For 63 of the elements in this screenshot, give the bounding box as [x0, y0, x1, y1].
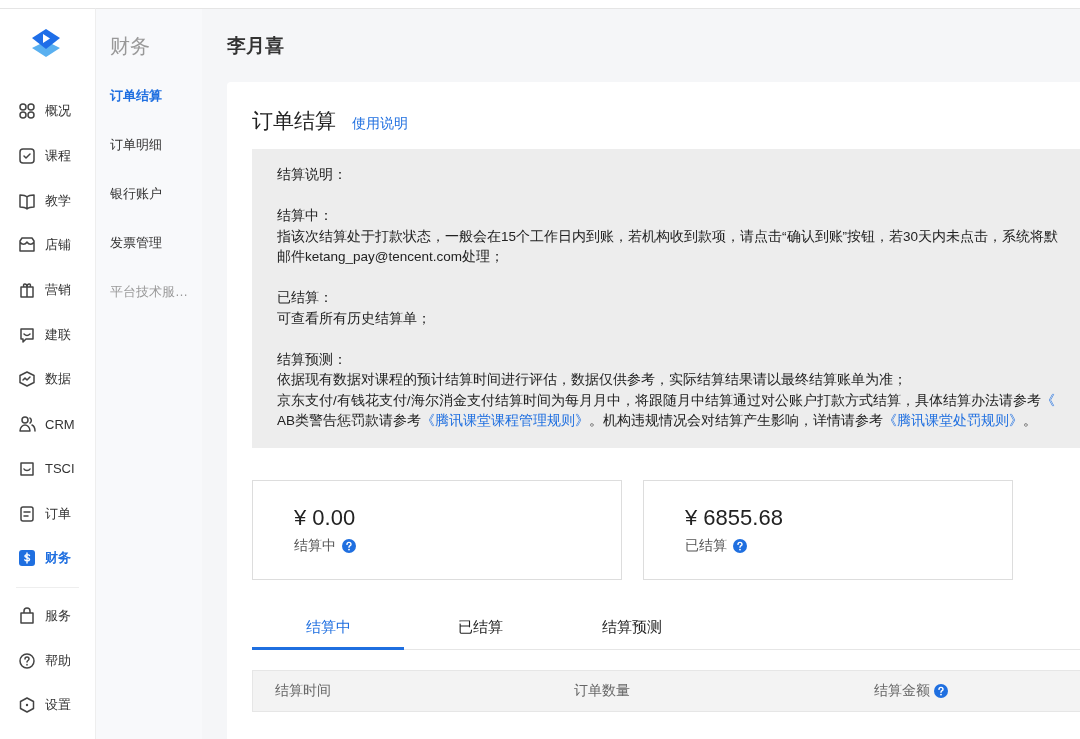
tab[interactable]: 结算中: [252, 617, 404, 650]
help-icon[interactable]: [342, 538, 356, 553]
gift-icon: [18, 281, 36, 300]
rule-link[interactable]: 《腾讯课堂处罚规则》: [883, 413, 1023, 428]
subnav-item[interactable]: 银行账户: [110, 184, 202, 233]
nav-item[interactable]: 建联: [0, 312, 95, 358]
help-link[interactable]: 使用说明: [352, 115, 408, 133]
nav-item[interactable]: 课程: [0, 133, 95, 179]
nav-item[interactable]: 服务: [0, 593, 95, 639]
grid-icon: [18, 102, 36, 121]
settings-icon: [18, 696, 36, 715]
help-icon: [18, 651, 36, 670]
section-title: 财务: [110, 34, 151, 59]
book-icon: [18, 191, 36, 210]
column-header: 结算金额: [873, 681, 930, 700]
page-title: 订单结算: [252, 108, 336, 134]
chat-icon: [18, 325, 36, 344]
nav-item[interactable]: 教学: [0, 178, 95, 224]
notice-text: 已结算：: [277, 289, 334, 307]
tab[interactable]: 结算预测: [556, 617, 708, 650]
help-icon[interactable]: [933, 683, 948, 698]
face-badge-icon: [18, 459, 36, 478]
tab[interactable]: 已结算: [404, 617, 556, 650]
notice-text: AB类警告惩罚款请参考《腾讯课堂课程管理规则》。机构违规情况会对结算产生影响，详情请参考《腾讯课堂处罚规则》。: [277, 412, 1038, 430]
amount-value: ¥ 0.00: [294, 504, 357, 531]
notice-text: 京东支付/有钱花支付/海尔消金支付结算时间为每月月中，将跟随月中结算通过对公账户打款方式结算，具体结算办法请参考《: [277, 391, 1056, 410]
subnav-item[interactable]: 订单结算: [110, 86, 202, 135]
column-header: 结算时间: [275, 681, 331, 700]
notice-text: 可查看所有历史结算单；: [277, 309, 432, 328]
notice-text: 邮件ketang_pay@tencent.com处理；: [277, 248, 506, 266]
nav-item[interactable]: 设置: [0, 682, 95, 728]
nav-item[interactable]: 财务: [0, 535, 95, 581]
rule-link[interactable]: 《腾讯课堂课程管理规则》: [421, 413, 589, 428]
nav-item[interactable]: 数据: [0, 357, 95, 402]
logo-icon: [30, 27, 62, 59]
column-header: 订单数量: [574, 681, 631, 700]
nav-item[interactable]: 订单: [0, 491, 95, 536]
amount-value: ¥ 6855.68: [685, 504, 784, 531]
notice-text: 结算中：: [277, 207, 334, 225]
document-icon: [18, 504, 36, 523]
notice-text: 结算说明：: [277, 166, 348, 184]
notice-text: 依据现有数据对课程的预计结算时间进行评估，数据仅供参考，实际结算结果请以最终结算账单为准；: [277, 371, 908, 389]
rule-link[interactable]: 《: [1040, 392, 1055, 408]
nav-item[interactable]: 概况: [0, 89, 95, 134]
dollar-icon: [18, 549, 36, 568]
nav-item[interactable]: 店铺: [0, 223, 95, 268]
bag-icon: [18, 606, 36, 625]
nav-item[interactable]: 营销: [0, 267, 95, 313]
help-icon[interactable]: [733, 538, 747, 553]
people-icon: [18, 415, 36, 434]
nav-item[interactable]: CRM: [0, 401, 95, 447]
page-header-title: 李月喜: [227, 34, 285, 58]
checkbox-icon: [18, 147, 36, 166]
nav-item[interactable]: 帮助: [0, 638, 95, 683]
shop-icon: [18, 236, 36, 255]
amount-label: 结算中: [294, 536, 336, 555]
chart-hexagon-icon: [18, 370, 36, 389]
notice-text: 结算预测：: [277, 350, 348, 369]
subnav-item[interactable]: 订单明细: [110, 135, 202, 184]
nav-item[interactable]: TSCI: [0, 446, 95, 492]
subnav-item[interactable]: 发票管理: [110, 233, 202, 282]
notice-text: 指该次结算处于打款状态，一般会在15个工作日内到账，若机构收到款项，请点击“确认到账”按钮，若30天内未点击，系统将默: [277, 227, 1060, 246]
amount-label: 已结算: [685, 536, 727, 555]
